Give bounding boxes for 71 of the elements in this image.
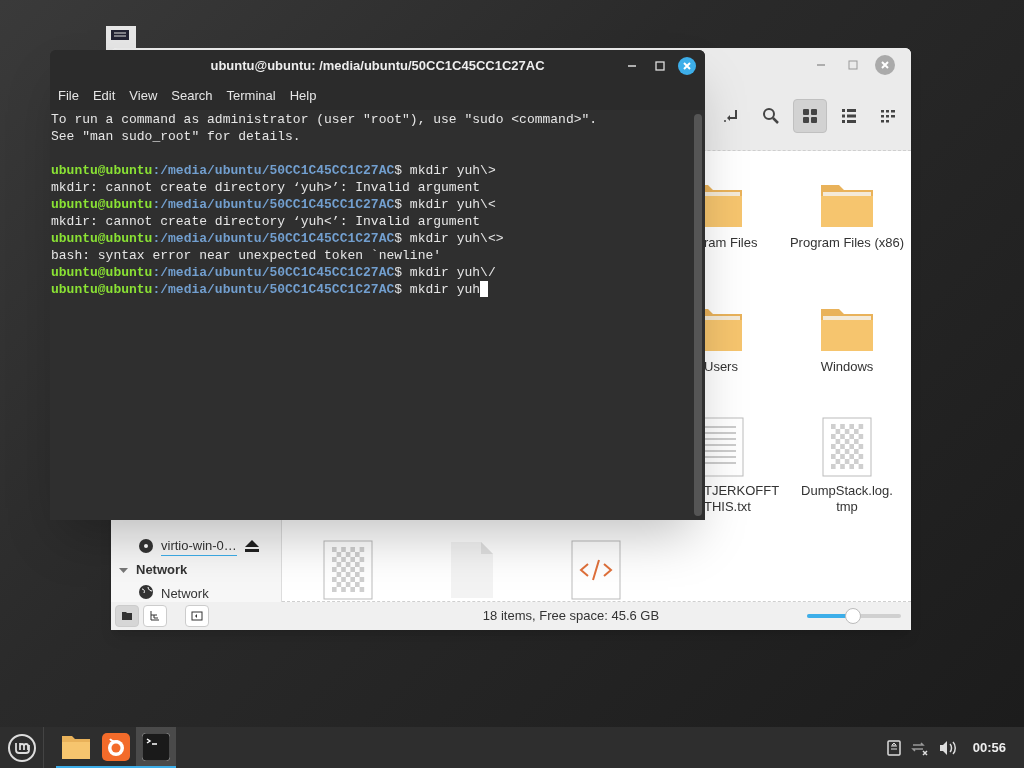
file-name[interactable]: Users: [704, 359, 738, 375]
eject-icon[interactable]: [244, 540, 259, 552]
prompt-user: ubuntu@ubuntu: [51, 196, 153, 213]
file-name[interactable]: DumpStack.log. tmp: [787, 483, 907, 515]
close-button[interactable]: [678, 57, 696, 75]
menu-item[interactable]: Terminal: [220, 86, 282, 106]
menu-item[interactable]: View: [123, 86, 164, 106]
maximize-icon: [848, 59, 858, 70]
terminal-command: $ mkdir yuh\<: [394, 196, 496, 213]
maximize-icon: [655, 61, 665, 71]
notes-icon[interactable]: [886, 739, 901, 756]
menu-item[interactable]: Help: [283, 86, 323, 106]
prompt-path: :/media/ubuntu/50CC1C45CC1C27AC: [152, 196, 395, 213]
image-file-icon: [822, 417, 872, 477]
sidebar-item[interactable]: Network: [161, 586, 209, 602]
volume-icon[interactable]: [938, 739, 957, 756]
search-icon: [762, 106, 780, 125]
disc-icon: [139, 539, 153, 553]
file-name[interactable]: TJERKOFFT THIS.txt: [704, 483, 780, 515]
code-file-icon: [571, 540, 621, 600]
toolbar-button[interactable]: [793, 98, 827, 133]
prompt-user: ubuntu@ubuntu: [51, 281, 153, 298]
file-name[interactable]: ram Files: [704, 235, 758, 251]
browser-icon: [102, 732, 130, 761]
sidebar-heading: Network: [136, 561, 188, 580]
terminal-line: mkdir: cannot create directory ‘yuh<’: Invalid argument: [51, 213, 482, 230]
terminal-line: mkdir: cannot create directory ‘yuh>’: Invalid argument: [51, 179, 482, 196]
prompt-path: :/media/ubuntu/50CC1C45CC1C27AC: [152, 230, 395, 247]
terminal-command: $ mkdir yuh\/: [394, 264, 496, 281]
window-title: ubuntu@ubuntu: /media/ubuntu/50CC1C45CC1C27AC: [209, 57, 546, 76]
text-file-icon: [704, 417, 744, 477]
taskbar-app[interactable]: [136, 727, 176, 768]
terminal-command: $ mkdir yuh\>: [394, 162, 496, 179]
terminal-line: To run a command as administrator (user "root"), use "sudo <command>".: [51, 111, 599, 128]
terminal-command: $ mkdir yuh\<>: [394, 230, 504, 247]
menu-item[interactable]: File: [52, 86, 85, 106]
minimize-icon: [627, 65, 637, 67]
zoom-slider[interactable]: [807, 608, 901, 624]
list-icon: [840, 106, 858, 125]
folder-icon: [121, 610, 133, 622]
sidebar-icon: [191, 610, 203, 622]
minimize-icon: [816, 63, 826, 66]
prompt-path: :/media/ubuntu/50CC1C45CC1C27AC: [152, 162, 395, 179]
close-icon: [880, 59, 890, 70]
file-name[interactable]: Windows: [787, 359, 907, 375]
menu-icon: [6, 732, 37, 763]
globe-icon: [139, 585, 153, 599]
grid-icon: [801, 106, 819, 125]
terminal-line: bash: syntax error near unexpected token `newline': [51, 247, 443, 264]
folder-icon: [61, 733, 91, 760]
scrollbar[interactable]: [694, 114, 702, 516]
status-bar-button[interactable]: [115, 605, 139, 627]
expanded-icon[interactable]: [119, 565, 128, 575]
file-name[interactable]: Program Files (x86): [787, 235, 907, 251]
prompt-path: :/media/ubuntu/50CC1C45CC1C27AC: [152, 281, 395, 298]
prompt-user: ubuntu@ubuntu: [51, 264, 153, 281]
close-icon: [682, 61, 692, 71]
tree-icon: [149, 610, 161, 622]
prompt-user: ubuntu@ubuntu: [51, 230, 153, 247]
terminal-icon: [142, 732, 170, 761]
menu-item[interactable]: Search: [165, 86, 219, 106]
terminal-line: See "man sudo_root" for details.: [51, 128, 302, 145]
menu-item[interactable]: Edit: [86, 86, 122, 106]
terminal-command: $ mkdir yuh: [394, 281, 481, 298]
sidebar-item[interactable]: virtio-win-0…: [161, 535, 237, 557]
status-text: 18 items, Free space: 45.6 GB: [481, 607, 661, 626]
network-disconnected-icon[interactable]: [910, 739, 929, 756]
prompt-path: :/media/ubuntu/50CC1C45CC1C27AC: [152, 264, 395, 281]
clock[interactable]: 00:56: [972, 737, 1006, 758]
prompt-user: ubuntu@ubuntu: [51, 162, 153, 179]
desktop-file-icon[interactable]: [106, 26, 136, 50]
